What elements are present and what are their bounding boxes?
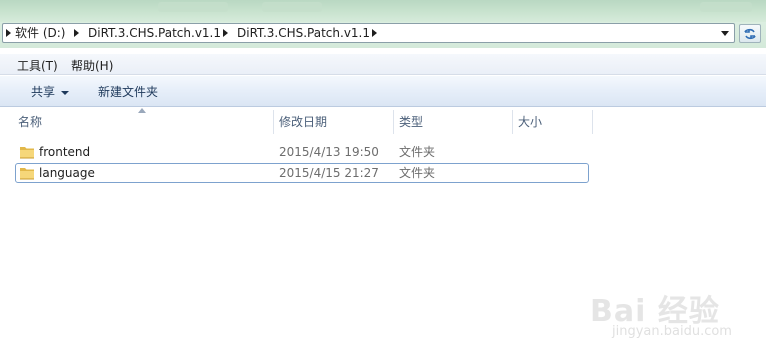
menu-help[interactable]: 帮助(H) [71,57,113,74]
column-size[interactable]: 大小 [518,110,542,134]
window-title-bar [0,0,766,22]
refresh-button[interactable] [739,24,761,43]
share-button[interactable]: 共享 [31,83,70,100]
column-divider[interactable] [273,110,274,134]
column-name[interactable]: 名称 [18,110,42,134]
menu-bar: 工具(T) 帮助(H) [0,54,766,75]
column-header: 名称 修改日期 类型 大小 [0,110,766,134]
file-name[interactable]: language [39,164,95,182]
watermark-url: jingyan.baidu.com [612,324,732,339]
column-type[interactable]: 类型 [399,110,423,134]
breadcrumb-segment[interactable]: DiRT.3.CHS.Patch.v1.1 [237,24,370,42]
toolbar-blur-3 [700,2,752,12]
breadcrumb-separator-icon[interactable] [369,24,379,42]
baidu-jingyan-watermark: Bai 经验 jingyan.baidu.com [590,286,760,346]
column-divider[interactable] [512,110,513,134]
refresh-icon [744,28,756,39]
address-bar[interactable]: 软件 (D:) DiRT.3.CHS.Patch.v1.1 DiRT.3.CHS… [2,23,735,43]
file-date: 2015/4/13 19:50 [279,145,379,159]
column-divider[interactable] [393,110,394,134]
toolbar-blur-2 [262,2,322,12]
share-label: 共享 [31,85,56,99]
file-row-selected[interactable]: language 2015/4/15 21:27 文件夹 [15,163,589,183]
folder-icon [20,168,34,180]
chevron-down-icon [61,90,70,95]
file-type: 文件夹 [399,145,436,159]
breadcrumb-root-arrow-icon[interactable] [3,24,13,42]
folder-icon [20,147,34,159]
breadcrumb-segment[interactable]: DiRT.3.CHS.Patch.v1.1 [88,24,221,42]
file-type: 文件夹 [399,166,436,180]
new-folder-button[interactable]: 新建文件夹 [98,83,158,100]
file-date: 2015/4/15 21:27 [279,166,379,180]
breadcrumb-separator-icon[interactable] [71,24,81,42]
address-row: 软件 (D:) DiRT.3.CHS.Patch.v1.1 DiRT.3.CHS… [0,22,766,48]
column-date-modified[interactable]: 修改日期 [279,110,327,134]
breadcrumb-separator-icon[interactable] [220,24,230,42]
menu-tools[interactable]: 工具(T) [17,57,58,74]
breadcrumb-segment[interactable]: 软件 (D:) [15,24,65,42]
command-bar: 共享 新建文件夹 [0,76,766,107]
column-divider[interactable] [592,110,593,134]
toolbar-blur-1 [158,2,228,12]
file-row[interactable]: frontend 2015/4/13 19:50 文件夹 [15,142,589,162]
address-history-dropdown-icon[interactable] [718,24,732,42]
file-name[interactable]: frontend [39,143,90,161]
